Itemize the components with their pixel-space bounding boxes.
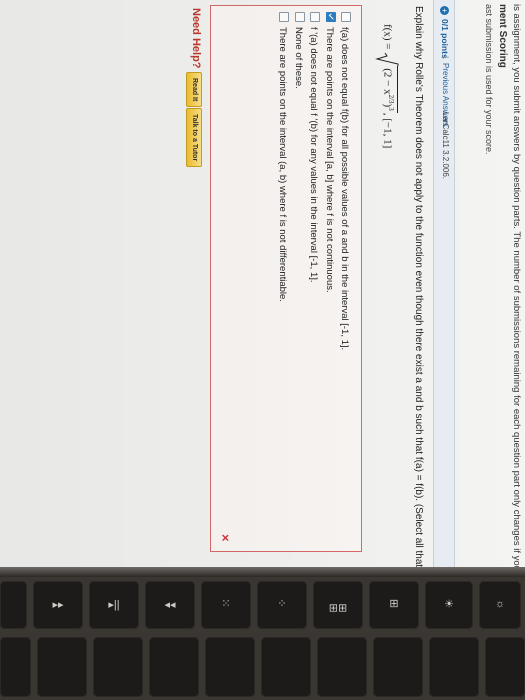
key-brightness-up[interactable]: ☀ (425, 581, 473, 629)
keyboard-area: ☼ ☀ ⊞ ⊞⊞ ⁘ ⁙ ◂◂ ▸|| ▸▸ (0, 567, 525, 700)
header-separator: | (441, 56, 451, 59)
scoring-heading: ment Scoring (497, 4, 508, 68)
sqrt-sign (375, 52, 399, 67)
photo-stage: is assignment, you submit answers by que… (0, 0, 525, 700)
option-4-checkbox[interactable] (279, 12, 289, 22)
key-row2-9[interactable] (0, 637, 31, 697)
key-row2-5[interactable] (205, 637, 255, 697)
key-rewind[interactable]: ◂◂ (145, 581, 195, 629)
option-3-label: None of these. (293, 27, 304, 89)
formula-interval: , [−1, 1] (381, 112, 394, 149)
option-2-checkbox[interactable] (310, 12, 320, 22)
key-play-pause[interactable]: ▸|| (89, 581, 139, 629)
option-0-label: f(a) does not equal f(b) for all possibl… (339, 27, 350, 351)
key-mission-control[interactable]: ⊞ (369, 581, 419, 629)
option-2[interactable]: f '(a) does not equal f '(b) for any val… (307, 12, 320, 283)
key-launchpad[interactable]: ⊞⊞ (313, 581, 363, 629)
play-pause-icon: ▸|| (108, 599, 120, 612)
key-row2-8[interactable] (37, 637, 87, 697)
formula-inner-exponent: 2/3 (387, 94, 396, 104)
fast-forward-icon: ▸▸ (52, 599, 64, 612)
option-0-checkbox[interactable] (341, 12, 351, 22)
option-0[interactable]: f(a) does not equal f(b) for all possibl… (338, 12, 351, 350)
rotated-photo: is assignment, you submit answers by que… (0, 0, 525, 700)
key-row2-2[interactable] (373, 637, 423, 697)
key-row2-1[interactable] (429, 637, 479, 697)
option-3-checkbox[interactable] (295, 12, 305, 22)
key-keyboard-light-down[interactable]: ⁘ (257, 581, 307, 629)
launchpad-icon: ⊞⊞ (328, 602, 348, 615)
option-1-checkbox[interactable] (326, 12, 336, 22)
question-prompt: Explain why Rolle's Theorem does not app… (413, 6, 424, 567)
key-brightness-down[interactable]: ☼ (479, 581, 521, 629)
formula-inner: (2 − x (381, 68, 394, 95)
last-submission-note: ast submission is used for your score. (484, 4, 494, 155)
key-row2-4[interactable] (261, 637, 311, 697)
key-row2-7[interactable] (93, 637, 143, 697)
need-help-label: Need Help? (190, 8, 202, 69)
keyboard-light-down-icon: ⁘ (277, 598, 287, 611)
option-4[interactable]: There are points on the interval (a, b) … (276, 12, 289, 302)
brightness-up-icon: ☀ (444, 598, 454, 611)
key-mute[interactable] (0, 581, 27, 629)
brightness-down-icon: ☼ (494, 598, 506, 611)
plus-circle-icon[interactable]: + (440, 6, 449, 15)
key-row2-3[interactable] (317, 637, 367, 697)
read-it-button[interactable]: Read It (186, 72, 202, 108)
question-reference: LarCalc11 3.2.006. (441, 112, 450, 180)
option-4-label: There are points on the interval (a, b) … (277, 27, 288, 302)
option-1[interactable]: There are points on the interval [a, b] … (323, 12, 336, 293)
key-row2-0[interactable] (485, 637, 525, 697)
key-fast-forward[interactable]: ▸▸ (33, 581, 83, 629)
incorrect-x-icon: × (218, 534, 233, 542)
function-formula: f(x) = (2 − x2/3)3 , [−1, 1] (373, 24, 399, 148)
option-2-label: f '(a) does not equal f '(b) for any val… (308, 27, 319, 283)
laptop-screen: is assignment, you submit answers by que… (0, 0, 525, 567)
answer-options: f(a) does not equal f(b) for all possibl… (210, 5, 362, 552)
key-keyboard-light-up[interactable]: ⁙ (201, 581, 251, 629)
key-row2-6[interactable] (149, 637, 199, 697)
assignment-notice: is assignment, you submit answers by que… (511, 4, 522, 567)
rewind-icon: ◂◂ (164, 599, 176, 612)
formula-lhs: f(x) = (381, 24, 394, 50)
keyboard-light-up-icon: ⁙ (221, 598, 231, 611)
formula-outer-exponent: 3 (387, 107, 396, 111)
option-1-label: There are points on the interval [a, b] … (324, 27, 335, 293)
talk-to-tutor-button[interactable]: Talk to a Tutor (186, 108, 202, 168)
screen-bezel (0, 567, 525, 577)
question-header: + 0/1 points | Previous Answers LarCalc1… (433, 0, 455, 567)
points-label: 0/1 points (440, 19, 450, 59)
mission-control-icon: ⊞ (389, 598, 399, 611)
option-3[interactable]: None of these. (292, 12, 305, 89)
